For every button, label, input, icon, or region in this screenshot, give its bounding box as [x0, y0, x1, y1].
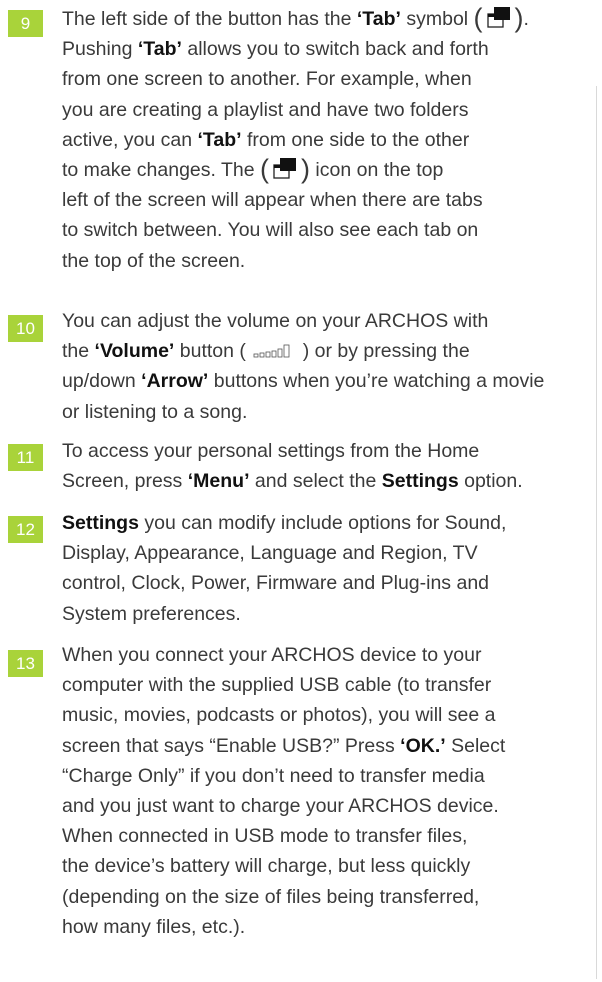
text-run: buttons when you’re watching a movie [208, 370, 545, 393]
text-line: When you connect your ARCHOS device to y… [62, 640, 602, 670]
text-run: When you connect your ARCHOS device to y… [62, 644, 482, 666]
text-line: or listening to a song. [62, 397, 602, 427]
text-line: to switch between. You will also see eac… [62, 215, 602, 245]
icon-parenthesis: ) [514, 3, 524, 33]
text-run: System preferences. [62, 602, 241, 625]
text-line: Screen, press ‘Menu’ and select the Sett… [62, 466, 602, 496]
bold-term: Settings [381, 470, 459, 493]
text-line: and you just want to charge your ARCHOS … [62, 791, 602, 821]
text-run: the device’s battery will charge, but le… [62, 855, 471, 878]
text-line: “Charge Only” if you don’t need to trans… [62, 761, 602, 791]
text-line: left of the screen will appear when ther… [62, 185, 602, 215]
text-line: (depending on the size of files being tr… [62, 882, 602, 912]
text-run: allows you to switch back and forth [181, 38, 489, 61]
text-run: you can modify include options for Sound… [138, 512, 507, 534]
text-line: computer with the supplied USB cable (to… [62, 670, 602, 700]
bold-term: ‘Volume’ [94, 340, 175, 363]
text-run: up/down [62, 370, 142, 393]
text-line: When connected in USB mode to transfer f… [62, 821, 602, 851]
text-line: Pushing ‘Tab’ allows you to switch back … [62, 34, 602, 64]
text-run: control, Clock, Power, Firmware and Plug… [62, 572, 490, 595]
text-line: up/down ‘Arrow’ buttons when you’re watc… [62, 366, 602, 396]
bold-term: ‘Menu’ [187, 470, 250, 493]
bold-term: Settings [62, 512, 139, 534]
text-run: from one side to the other [241, 128, 470, 151]
text-line: Display, Appearance, Language and Region… [62, 538, 602, 568]
step-text: When you connect your ARCHOS device to y… [62, 640, 602, 942]
text-line: music, movies, podcasts or photos), you … [62, 700, 602, 730]
text-run: from one screen to another. For example,… [62, 68, 472, 91]
text-run: the top of the screen. [62, 249, 246, 272]
text-line: To access your personal settings from th… [62, 436, 602, 466]
text-line: control, Clock, Power, Firmware and Plug… [62, 568, 602, 598]
text-run: the [62, 340, 95, 363]
icon-parenthesis: ( [473, 3, 483, 33]
text-run: to switch between. You will also see eac… [62, 219, 479, 242]
text-line: how many files, etc.). [62, 912, 602, 942]
text-line: the ‘Volume’ button ( ) or by pressing t… [62, 336, 602, 366]
text-line: Settings you can modify include options … [62, 508, 602, 538]
text-run: how many files, etc.). [62, 915, 246, 938]
text-run: screen that says “Enable USB?” Press [62, 734, 401, 757]
text-run: Display, Appearance, Language and Region… [62, 542, 478, 565]
text-run: symbol [400, 8, 474, 30]
icon-parenthesis: ) [301, 153, 311, 184]
step-text: You can adjust the volume on your ARCHOS… [62, 306, 602, 427]
text-line: to make changes. The () icon on the top [62, 155, 602, 185]
text-line: screen that says “Enable USB?” Press ‘OK… [62, 731, 602, 761]
step-number-badge: 9 [8, 10, 43, 37]
bold-term: ‘Tab’ [137, 38, 182, 61]
text-line: the device’s battery will charge, but le… [62, 851, 602, 881]
text-run: “Charge Only” if you don’t need to trans… [62, 764, 485, 787]
text-run: button ( [174, 340, 252, 363]
tab-icon [486, 6, 511, 37]
text-line: the top of the screen. [62, 246, 602, 276]
icon-parenthesis: ( [260, 153, 270, 184]
text-run: left of the screen will appear when ther… [62, 189, 483, 212]
step-text: Settings you can modify include options … [62, 508, 602, 629]
bold-term: ‘OK.’ [400, 734, 446, 757]
text-run: computer with the supplied USB cable (to… [62, 674, 492, 697]
text-run: active, you can [62, 128, 198, 151]
bold-term: ‘Tab’ [197, 128, 242, 151]
volume-icon [253, 337, 295, 367]
text-run: icon on the top [310, 158, 444, 181]
text-line: from one screen to another. For example,… [62, 64, 602, 94]
bold-term: ‘Arrow’ [141, 370, 209, 393]
text-run: To access your personal settings from th… [62, 440, 480, 462]
text-line: System preferences. [62, 599, 602, 629]
step-number-badge: 13 [8, 650, 43, 677]
bold-term: ‘Tab’ [356, 8, 401, 30]
text-run: you are creating a playlist and have two… [62, 98, 469, 121]
text-run: Pushing [62, 38, 138, 61]
step-text: The left side of the button has the ‘Tab… [62, 4, 602, 276]
text-run: option. [458, 470, 523, 493]
text-run: ) or by pressing the [297, 340, 470, 363]
step-text: To access your personal settings from th… [62, 436, 602, 496]
text-run: and select the [249, 470, 382, 493]
text-run: or listening to a song. [62, 400, 248, 423]
text-line: You can adjust the volume on your ARCHOS… [62, 306, 602, 336]
text-run: to make changes. The [62, 158, 261, 181]
text-run: Screen, press [62, 470, 188, 493]
text-run: music, movies, podcasts or photos), you … [62, 704, 496, 727]
step-number-badge: 12 [8, 516, 43, 543]
text-run: (depending on the size of files being tr… [62, 885, 480, 908]
text-line: The left side of the button has the ‘Tab… [62, 4, 602, 34]
text-line: active, you can ‘Tab’ from one side to t… [62, 125, 602, 155]
text-line: you are creating a playlist and have two… [62, 95, 602, 125]
step-number-badge: 10 [8, 315, 43, 342]
text-run: and you just want to charge your ARCHOS … [62, 794, 499, 817]
text-run: You can adjust the volume on your ARCHOS… [62, 310, 489, 332]
text-run: . [523, 8, 529, 30]
text-run: Select [445, 734, 506, 757]
tab-icon [273, 157, 297, 188]
text-run: When connected in USB mode to transfer f… [62, 825, 468, 848]
step-number-badge: 11 [8, 444, 43, 471]
text-run: The left side of the button has the [62, 8, 357, 30]
